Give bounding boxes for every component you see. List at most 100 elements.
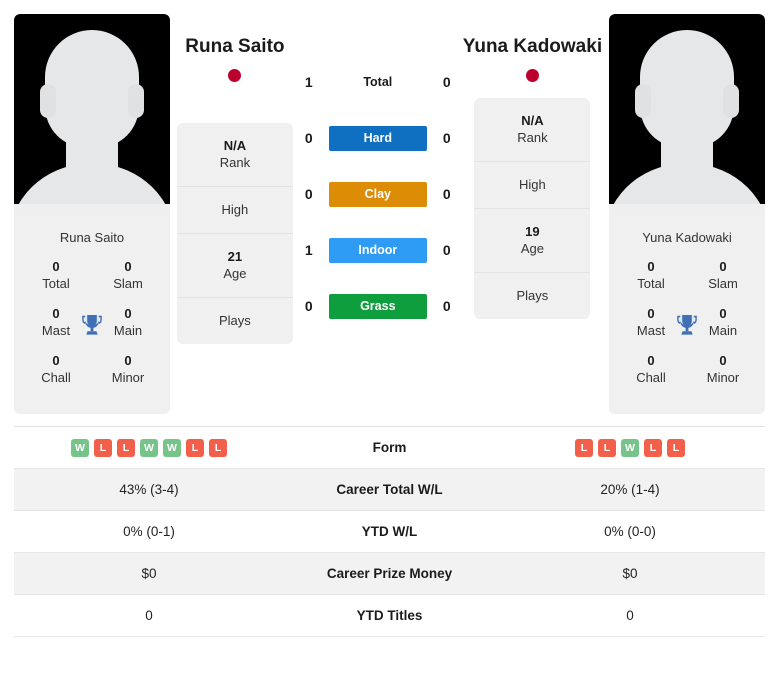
right-stat-value: 20% (1-4) <box>495 468 765 511</box>
form-badge-loss[interactable]: L <box>644 438 662 457</box>
surface-badge-indoor[interactable]: Indoor <box>328 237 427 263</box>
form-badge-loss[interactable]: L <box>117 438 135 457</box>
form-badge-loss[interactable]: L <box>186 438 204 457</box>
titles-row: 0 Chall 0 Minor <box>14 353 170 386</box>
table-row: 0 YTD Titles 0 <box>14 594 765 637</box>
player-comparison-header: Runa Saito 0 Total 0 Slam 0 Mast 0 Main … <box>0 0 779 414</box>
right-form-cell: LLWLL <box>495 426 765 469</box>
table-row: $0 Career Prize Money $0 <box>14 552 765 595</box>
right-player-avatar <box>609 14 765 216</box>
titles-row: 0 Chall 0 Minor <box>609 353 765 386</box>
form-badge-loss[interactable]: L <box>598 438 616 457</box>
left-title-chall: 0 Chall <box>28 353 84 386</box>
surface-left-score: 0 <box>304 130 313 146</box>
surface-left-score: 1 <box>304 242 313 258</box>
right-stat-value: $0 <box>495 552 765 595</box>
table-row: WLLWWLL Form LLWLL <box>14 426 765 469</box>
titles-row: 0 Total 0 Slam <box>14 259 170 292</box>
title-count: 0 <box>52 353 60 368</box>
title-label: Total <box>637 276 665 291</box>
title-count: 0 <box>52 259 60 274</box>
info-label: Rank <box>517 130 548 145</box>
left-stat-value: 0 <box>14 594 284 637</box>
right-player-name: Yuna Kadowaki <box>462 36 603 57</box>
info-label: Rank <box>219 155 251 170</box>
left-info-rank: N/A Rank <box>176 123 293 187</box>
title-count: 0 <box>124 259 132 274</box>
title-label: Main <box>113 323 143 338</box>
right-title-minor: 0 Minor <box>695 353 751 386</box>
titles-row: 0 Total 0 Slam <box>609 259 765 292</box>
left-title-slam: 0 Slam <box>100 259 156 292</box>
title-label: Main <box>708 323 738 338</box>
left-form-badges: WLLWWLL <box>14 438 284 457</box>
left-title-total: 0 Total <box>28 259 84 292</box>
form-badge-win[interactable]: W <box>621 438 639 457</box>
right-player-info-column: Yuna Kadowaki N/A Rank High 19 Age Plays <box>456 14 609 319</box>
japan-flag-icon <box>228 69 242 82</box>
right-title-total: 0 Total <box>623 259 679 292</box>
right-player-info-panel: N/A Rank High 19 Age Plays <box>474 98 591 319</box>
info-value: 19 <box>525 224 540 239</box>
left-info-age: 21 Age <box>176 234 293 298</box>
info-label: Plays <box>219 313 251 328</box>
silhouette-floor <box>14 204 170 216</box>
surface-badge-total: Total <box>363 74 393 89</box>
silhouette-ear-left-icon <box>40 84 56 118</box>
left-player-info-panel: N/A Rank High 21 Age Plays <box>176 123 293 344</box>
left-player-name: Runa Saito <box>185 36 285 57</box>
silhouette-ear-right-icon <box>128 84 144 118</box>
title-label: Slam <box>708 276 738 291</box>
title-count: 0 <box>52 306 60 321</box>
player-stats-comparison-table: WLLWWLL Form LLWLL 43% (3-4) Career Tota… <box>14 426 765 637</box>
form-badge-win[interactable]: W <box>140 438 158 457</box>
right-stat-value: 0 <box>495 594 765 637</box>
title-label: Slam <box>113 276 143 291</box>
silhouette-ear-right-icon <box>723 84 739 118</box>
info-label: High <box>221 202 249 217</box>
japan-flag-icon <box>525 69 539 82</box>
form-badge-win[interactable]: W <box>71 438 89 457</box>
surface-badge-clay[interactable]: Clay <box>328 181 427 207</box>
title-count: 0 <box>719 259 727 274</box>
left-title-mast: 0 Mast <box>28 306 84 339</box>
surface-right-score: 0 <box>442 242 451 258</box>
surface-badge-hard[interactable]: Hard <box>328 125 427 151</box>
left-title-minor: 0 Minor <box>100 353 156 386</box>
right-player-photo-card[interactable]: Yuna Kadowaki 0 Total 0 Slam 0 Mast 0 Ma… <box>609 14 765 414</box>
left-player-info-column: Runa Saito N/A Rank High 21 Age Plays <box>170 14 300 344</box>
right-info-rank: N/A Rank <box>474 98 591 162</box>
surface-row-grass: 0 Grass 0 <box>300 292 456 320</box>
surface-row-clay: 0 Clay 0 <box>300 180 456 208</box>
left-player-photo-card[interactable]: Runa Saito 0 Total 0 Slam 0 Mast 0 Main … <box>14 14 170 414</box>
stat-label: Career Total W/L <box>284 468 495 511</box>
right-title-slam: 0 Slam <box>695 259 751 292</box>
info-label: Age <box>520 241 544 256</box>
title-label: Chall <box>41 370 71 385</box>
form-badge-loss[interactable]: L <box>94 438 112 457</box>
right-player-photo-caption: Yuna Kadowaki <box>609 216 765 257</box>
silhouette-floor <box>609 204 765 216</box>
surface-right-score: 0 <box>442 186 451 202</box>
surface-left-score: 1 <box>304 74 313 90</box>
left-info-plays: Plays <box>177 298 293 344</box>
left-stat-value: 43% (3-4) <box>14 468 284 511</box>
title-label: Mast <box>636 323 666 338</box>
form-badge-loss[interactable]: L <box>667 438 685 457</box>
form-badge-loss[interactable]: L <box>575 438 593 457</box>
title-count: 0 <box>719 306 727 321</box>
right-title-chall: 0 Chall <box>623 353 679 386</box>
title-label: Minor <box>706 370 740 385</box>
trophy-icon <box>672 311 702 341</box>
left-form-cell: WLLWWLL <box>14 426 284 469</box>
left-stat-value: 0% (0-1) <box>14 510 284 553</box>
title-count: 0 <box>719 353 727 368</box>
surface-badge-grass[interactable]: Grass <box>328 293 427 319</box>
table-row: 0% (0-1) YTD W/L 0% (0-0) <box>14 510 765 553</box>
table-row: 43% (3-4) Career Total W/L 20% (1-4) <box>14 468 765 511</box>
surface-head-to-head-column: 1 Total 0 0 Hard 0 0 Clay 0 1 Indoor 0 0… <box>300 14 456 320</box>
right-info-plays: Plays <box>474 273 590 319</box>
left-player-titles-grid: 0 Total 0 Slam 0 Mast 0 Main 0 Chall 0 M… <box>14 257 170 414</box>
form-badge-loss[interactable]: L <box>209 438 227 457</box>
form-badge-win[interactable]: W <box>163 438 181 457</box>
